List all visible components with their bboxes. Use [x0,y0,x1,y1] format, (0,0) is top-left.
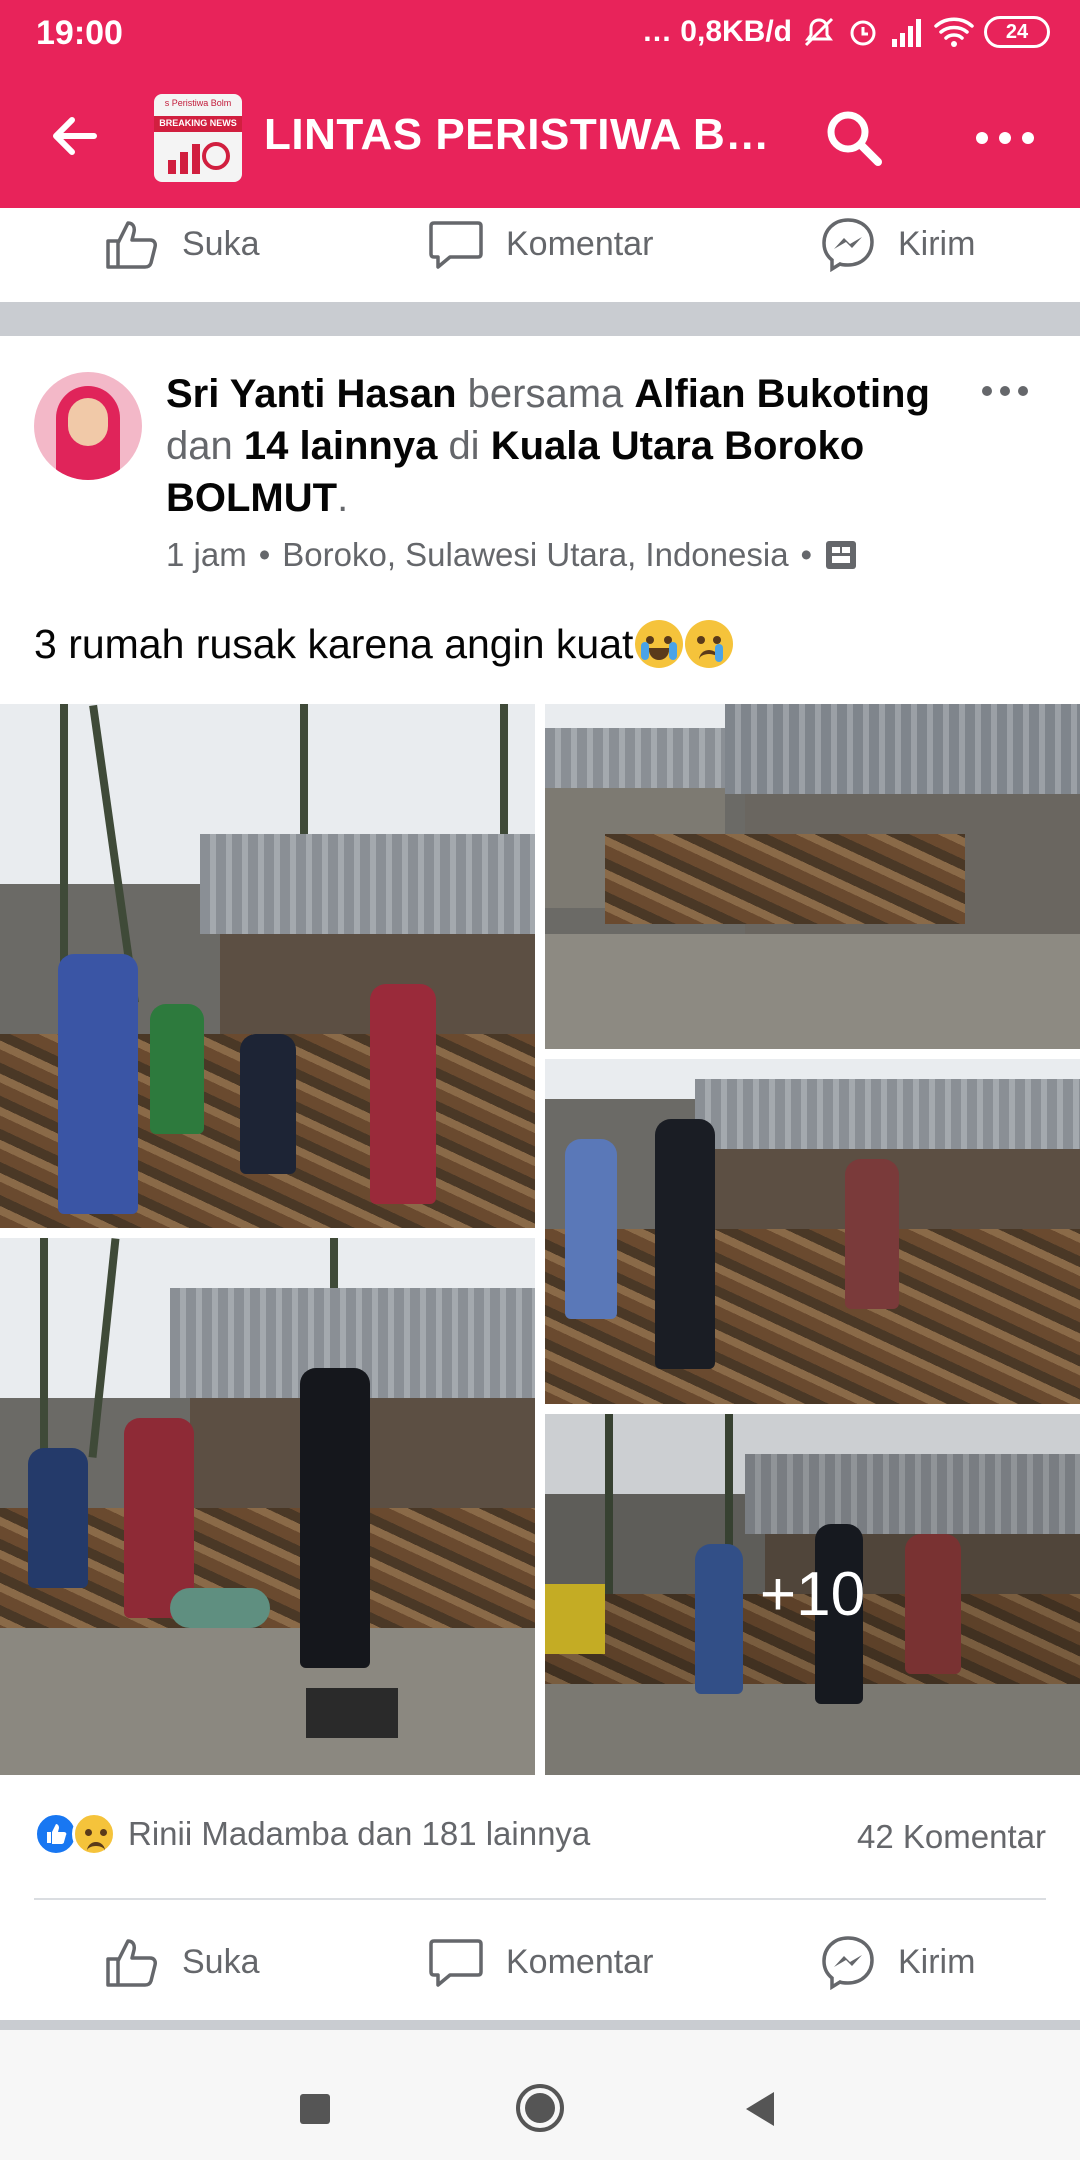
send-label: Kirim [898,1942,976,1981]
post-photo-4[interactable] [0,1238,535,1775]
post-more-icon[interactable] [980,376,1030,406]
app-bar: s Peristiwa Bolm BREAKING NEWS LINTAS PE… [0,66,1080,208]
wifi-icon [934,17,974,47]
comment-icon [429,1939,483,1987]
logo-subtitle: BREAKING NEWS [159,118,237,128]
recents-icon[interactable] [298,2092,332,2126]
post-message: 3 rumah rusak karena angin kuat [34,620,634,667]
page-title[interactable]: LINTAS PERISTIWA B… [264,110,770,160]
network-speed: … 0,8KB/d [641,15,792,48]
like-icon [106,1939,157,1987]
header-period: . [337,476,349,520]
comment-button[interactable]: Komentar [428,1912,653,2012]
album-icon [826,541,857,569]
meta-separator-2: • [800,536,813,573]
alarm-icon [850,20,876,46]
back-nav-icon[interactable] [742,2090,778,2128]
reactions-divider [34,1898,1046,1900]
comment-button[interactable]: Komentar [428,194,653,294]
send-button[interactable]: Kirim [820,1912,975,2012]
post-time[interactable]: 1 jam [166,536,247,574]
more-photos-count[interactable]: +10 [545,1414,1080,1775]
like-button[interactable]: Suka [104,194,260,294]
more-options-icon[interactable] [972,106,1038,168]
post-header: Sri Yanti Hasan bersama Alfian Bukoting … [166,368,986,524]
send-label: Kirim [898,224,976,263]
comment-label: Komentar [506,224,654,263]
like-icon [106,221,157,269]
previous-post-actions: Suka Komentar Kirim [0,194,1080,294]
system-nav-bar [0,2030,1080,2160]
post-text: 3 rumah rusak karena angin kuat [34,620,734,668]
post-actions: Suka Komentar Kirim [0,1912,1080,2012]
post-photo-5[interactable]: +10 [545,1414,1080,1775]
page-logo[interactable]: s Peristiwa Bolm BREAKING NEWS [154,94,242,182]
feed-separator [0,2020,1080,2030]
logo-graphic [168,142,230,174]
author-avatar[interactable] [34,372,142,480]
tagged-person[interactable]: Alfian Bukoting [634,372,930,416]
battery-icon: 24 [984,16,1050,48]
like-label: Suka [182,224,260,263]
crying-emoji-icon [635,620,684,668]
post-separator [0,302,1080,336]
with-word: bersama [467,372,624,416]
messenger-icon [822,218,874,272]
logo-text: s Peristiwa Bolm [164,98,232,108]
and-word: dan [166,424,233,468]
status-icons: … 0,8KB/d 24 [642,12,1050,52]
sad-reaction-icon [72,1812,116,1856]
status-time: 19:00 [36,14,123,52]
post-photo-2[interactable] [545,704,1080,1049]
back-button[interactable] [44,106,104,166]
sad-emoji-icon [685,620,734,668]
comment-label: Komentar [506,1942,654,1981]
post-meta: 1 jam • Boroko, Sulawesi Utara, Indonesi… [166,536,858,574]
send-button[interactable]: Kirim [820,194,975,294]
comment-icon [429,221,483,269]
reactions-text: Rinii Madamba dan 181 lainnya [128,1815,591,1852]
comments-count[interactable]: 42 Komentar [857,1818,1046,1856]
messenger-icon [822,1936,874,1990]
meta-separator: • [258,536,271,573]
post-photo-1[interactable] [0,704,535,1228]
tagged-others[interactable]: 14 lainnya [244,424,437,468]
post-photo-3[interactable] [545,1059,1080,1404]
post-location[interactable]: Boroko, Sulawesi Utara, Indonesia [282,536,788,574]
status-bar: 19:00 … 0,8KB/d 24 [0,0,1080,66]
search-icon[interactable] [822,106,884,168]
at-word: di [448,424,480,468]
home-icon[interactable] [514,2082,566,2134]
author-name[interactable]: Sri Yanti Hasan [166,372,457,416]
like-button[interactable]: Suka [104,1912,260,2012]
reactions-summary[interactable]: Rinii Madamba dan 181 lainnya [34,1812,590,1856]
signal-icon [892,19,921,47]
like-label: Suka [182,1942,260,1981]
mute-icon [804,17,834,47]
